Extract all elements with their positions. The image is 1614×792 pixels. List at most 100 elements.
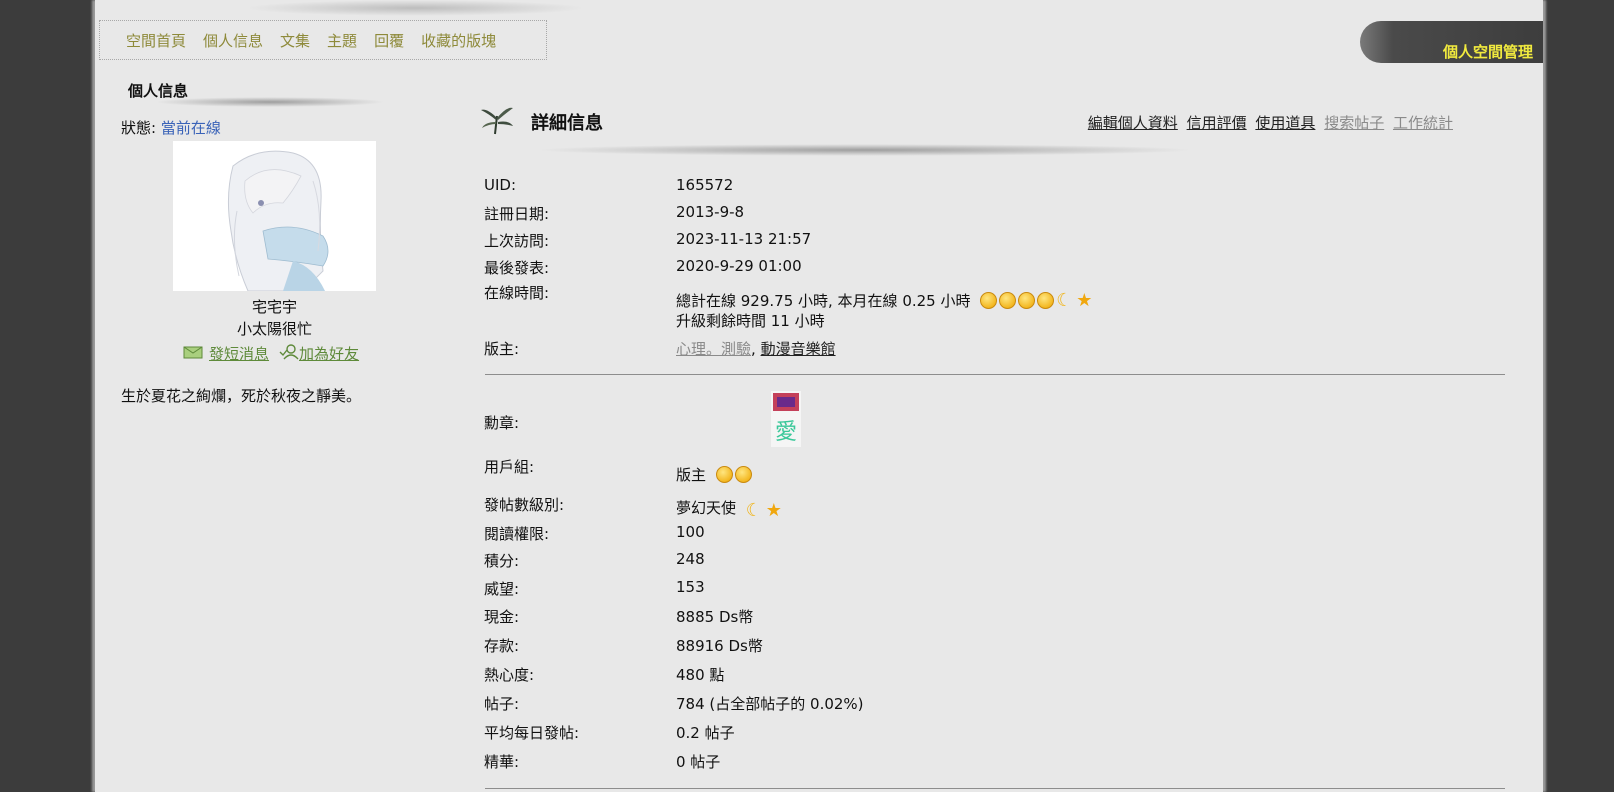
forum-link-psychology[interactable]: 心理。測驗: [676, 340, 751, 358]
online-label: 在線時間:: [484, 284, 550, 302]
row-post-level: 發帖數級別: 夢幻天使 ☾ ★: [484, 494, 782, 520]
last-visit-label: 上次訪問:: [484, 232, 550, 250]
row-medal: 勳章:: [484, 412, 519, 433]
post-level-name: 夢幻天使: [676, 499, 737, 517]
decorative-brush: [245, 0, 585, 16]
status-label: 狀態:: [121, 119, 157, 137]
group-level-icons: [715, 466, 752, 483]
nav-articles[interactable]: 文集: [280, 30, 310, 51]
last-post-value: 2020-9-29 01:00: [676, 257, 802, 275]
details-title: 詳細信息: [531, 113, 603, 134]
row-last-post: 最後發表: 2020-9-29 01:00: [484, 257, 802, 278]
moderator-label: 版主:: [484, 340, 520, 358]
page: 空間首頁 個人信息 文集 主題 回覆 收藏的版塊 個人空間管理 個人信息 狀態:…: [95, 0, 1543, 792]
row-moderator: 版主: 心理。測驗, 動漫音樂館: [484, 338, 836, 359]
online-level-icons: ☾ ★: [980, 290, 1094, 311]
row-cash: 現金: 8885 Ds幣: [484, 606, 753, 627]
row-online: 在線時間: 總計在線 929.75 小時, 本月在線 0.25 小時 ☾ ★ 升…: [484, 282, 1092, 330]
moon-icon: ☾: [745, 500, 762, 521]
row-daily-posts: 平均每日發帖: 0.2 帖子: [484, 722, 735, 743]
deposit-value: 88916 Ds幣: [676, 637, 763, 655]
row-deposit: 存款: 88916 Ds幣: [484, 635, 763, 656]
motto: 生於夏花之絢爛，死於秋夜之靜美。: [121, 387, 362, 405]
group-label: 用戶組:: [484, 458, 535, 476]
post-level-value: 夢幻天使 ☾ ★: [676, 497, 784, 521]
uid-value: 165572: [676, 176, 734, 194]
add-friend-link[interactable]: 加為好友: [299, 343, 359, 364]
details-header: 詳細信息: [479, 104, 603, 140]
credit-rating-link[interactable]: 信用評價: [1187, 114, 1247, 132]
deposit-label: 存款:: [484, 637, 520, 655]
row-register: 註冊日期: 2013-9-8: [484, 203, 744, 224]
forum-link-anime-music[interactable]: 動漫音樂館: [761, 340, 836, 358]
use-items-link[interactable]: 使用道具: [1255, 114, 1315, 132]
row-enthusiasm: 熱心度: 480 點: [484, 664, 724, 685]
read-value: 100: [676, 523, 705, 541]
post-level-label: 發帖數級別:: [484, 496, 565, 514]
divider: [485, 374, 1505, 375]
nav-profile[interactable]: 個人信息: [203, 30, 263, 51]
status-value: 當前在線: [160, 119, 221, 137]
cash-label: 現金:: [484, 608, 520, 626]
moon-icon: ☾: [1056, 290, 1073, 311]
details-underline: [535, 144, 1195, 156]
online-value: 總計在線 929.75 小時, 本月在線 0.25 小時 ☾ ★: [676, 290, 1094, 311]
posts-value: 784 (占全部帖子的 0.02%): [676, 695, 864, 713]
title-underline: [155, 97, 385, 107]
register-value: 2013-9-8: [676, 203, 745, 221]
message-icon: [183, 345, 203, 363]
sun-face-icon: [1018, 292, 1036, 309]
row-group: 用戶組: 版主: [484, 456, 752, 484]
nav-home[interactable]: 空間首頁: [126, 30, 186, 51]
row-last-visit: 上次訪問: 2023-11-13 21:57: [484, 230, 811, 251]
row-read-permission: 閱讀權限: 100: [484, 523, 705, 544]
row-uid: UID: 165572: [484, 176, 733, 194]
sun-face-icon: [715, 466, 733, 483]
row-score: 積分: 248: [484, 550, 705, 571]
posts-label: 帖子:: [484, 695, 520, 713]
read-label: 閱讀權限:: [484, 525, 550, 543]
svg-text:愛: 愛: [775, 420, 797, 445]
upgrade-remaining: 升級剩餘時間 11 小時: [676, 312, 825, 330]
row-posts: 帖子: 784 (占全部帖子的 0.02%): [484, 693, 864, 714]
last-visit-value: 2023-11-13 21:57: [676, 230, 812, 248]
last-post-label: 最後發表:: [484, 259, 550, 277]
enthusiasm-value: 480 點: [676, 666, 725, 684]
work-stats-link[interactable]: 工作統計: [1393, 114, 1453, 132]
nav-threads[interactable]: 主題: [327, 30, 357, 51]
digest-value: 0 帖子: [676, 753, 721, 771]
user-subtitle: 小太陽很忙: [236, 320, 312, 338]
score-value: 248: [676, 550, 705, 568]
star-icon: ★: [1076, 290, 1093, 311]
divider: [485, 788, 1505, 789]
add-friend-icon: [279, 343, 299, 364]
send-message-link[interactable]: 發短消息: [209, 343, 269, 364]
user-name: 宅宅宇: [251, 298, 297, 316]
sun-face-icon: [734, 466, 752, 483]
register-label: 註冊日期:: [484, 205, 550, 223]
medal-label: 勳章:: [484, 414, 520, 432]
medal-love-icon: 愛: [771, 391, 801, 447]
prestige-label: 威望:: [484, 580, 520, 598]
search-posts-link[interactable]: 搜索帖子: [1324, 114, 1384, 132]
star-icon: ★: [765, 500, 782, 521]
ink-plant-icon: [479, 104, 515, 140]
online-total: 總計在線 929.75 小時, 本月在線 0.25 小時: [676, 292, 971, 310]
avatar: [173, 141, 376, 291]
sun-face-icon: [1037, 292, 1055, 309]
digest-label: 精華:: [484, 753, 520, 771]
status: 狀態: 當前在線: [121, 117, 221, 138]
details-links: 編輯個人資料 信用評價 使用道具 搜索帖子 工作統計: [1084, 112, 1453, 133]
nav-replies[interactable]: 回覆: [374, 30, 404, 51]
group-name: 版主: [676, 466, 707, 484]
sun-face-icon: [999, 292, 1017, 309]
top-nav: 空間首頁 個人信息 文集 主題 回覆 收藏的版塊: [99, 20, 547, 60]
row-prestige: 威望: 153: [484, 578, 705, 599]
daily-posts-label: 平均每日發帖:: [484, 724, 580, 742]
space-manage-button[interactable]: 個人空間管理: [1360, 21, 1543, 63]
nav-favorites[interactable]: 收藏的版塊: [421, 30, 496, 51]
post-level-icons: ☾ ★: [745, 500, 784, 521]
edit-profile-link[interactable]: 編輯個人資料: [1088, 114, 1178, 132]
score-label: 積分:: [484, 552, 520, 570]
profile-actions: 發短消息 加為好友: [183, 343, 359, 364]
